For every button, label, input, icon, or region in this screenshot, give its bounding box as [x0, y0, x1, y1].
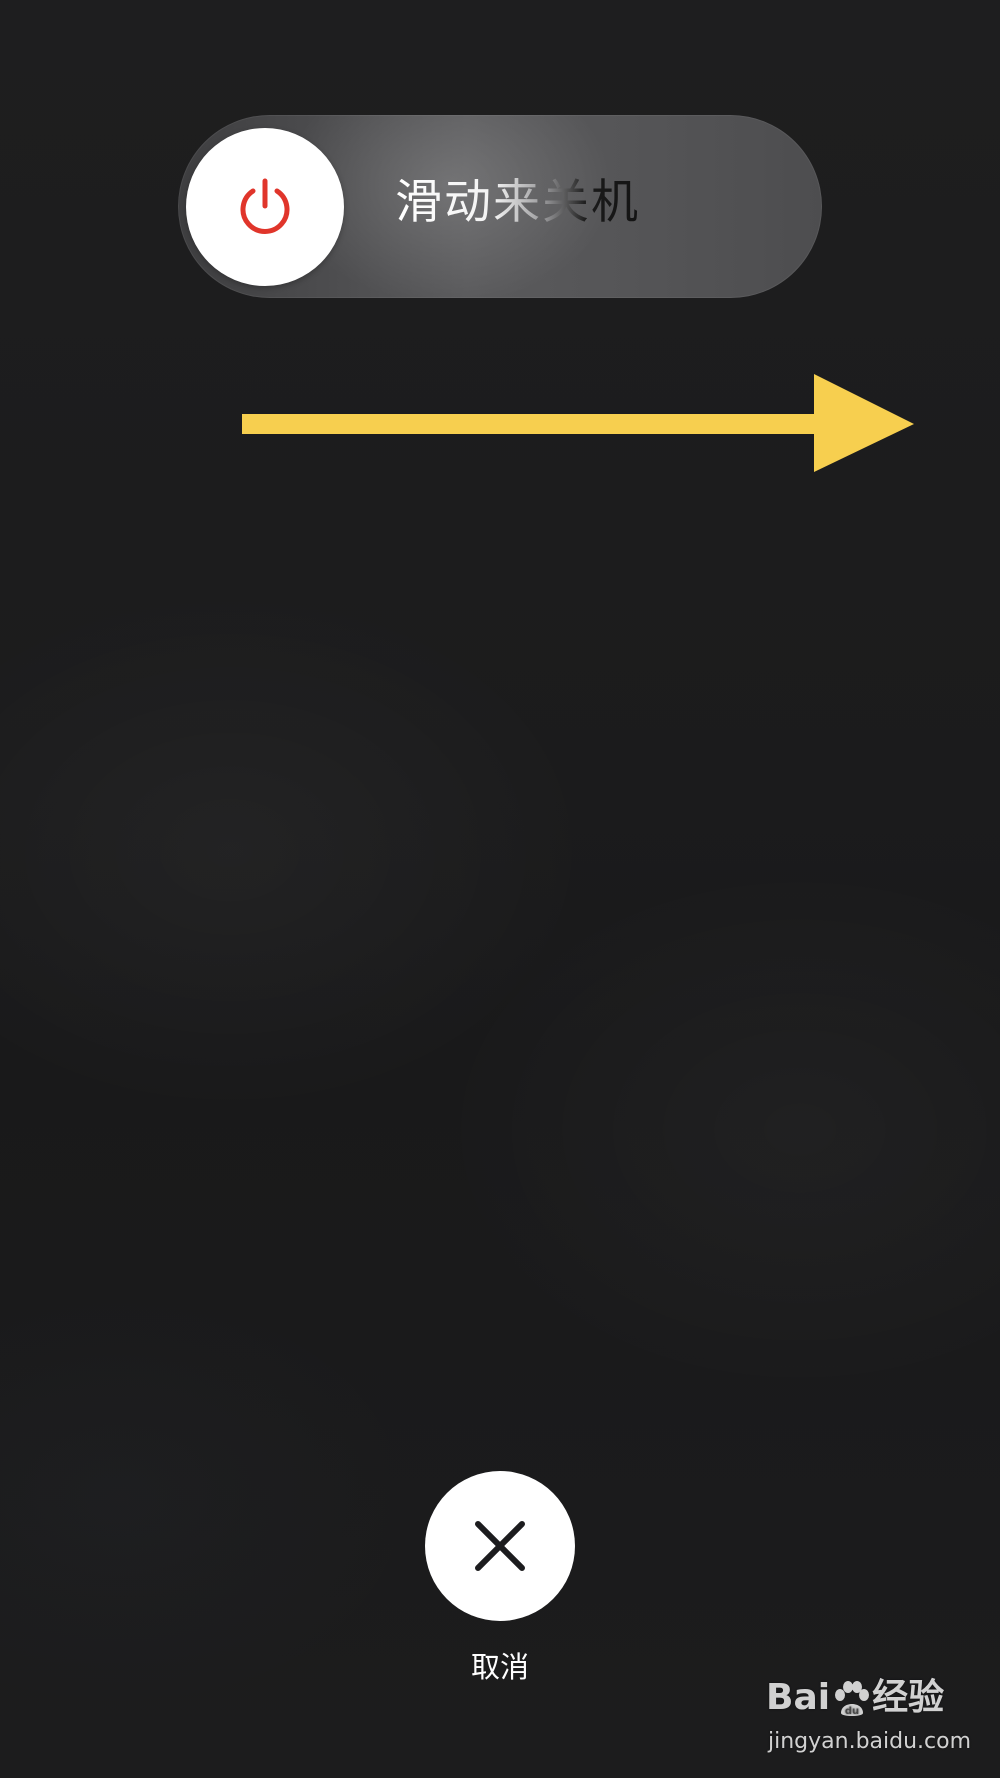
svg-text:du: du [845, 1706, 859, 1717]
power-icon [240, 178, 290, 234]
right-arrow-icon [242, 374, 914, 472]
cancel-label: 取消 [470, 1650, 529, 1684]
paw-icon: du [835, 1681, 870, 1717]
close-icon [475, 1521, 525, 1571]
watermark-url: jingyan.baidu.com [768, 1729, 972, 1754]
watermark-brand-left: Bai [766, 1677, 831, 1718]
power-slider-knob[interactable] [186, 128, 344, 286]
baidu-jingyan-watermark: Bai du 经验 jingyan.baidu.com [766, 1668, 971, 1768]
watermark-brand: Bai du 经验 [766, 1668, 944, 1728]
cancel-button[interactable] [425, 1471, 575, 1621]
slide-to-power-off-label: 滑动来关机 [395, 168, 725, 238]
watermark-brand-right: 经验 [872, 1677, 945, 1718]
power-off-screen: 滑动来关机 取消 Bai du 经验 jingyan.baidu.com [0, 0, 1000, 1778]
